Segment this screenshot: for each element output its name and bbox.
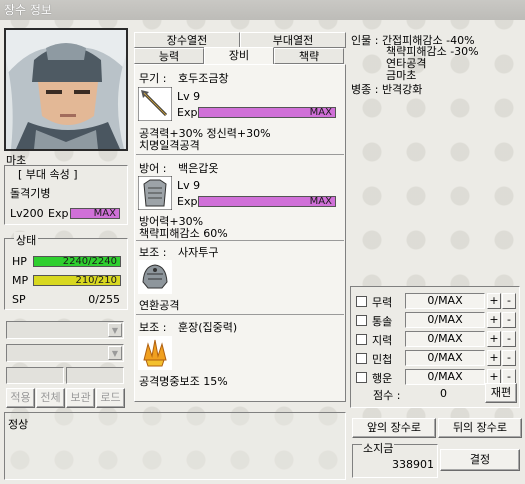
confirm-button[interactable]: 결정: [440, 449, 520, 471]
stat-value: 0/MAX: [405, 312, 485, 328]
special-line-5: 병종 : 반격강화: [351, 83, 423, 96]
tab-equipment[interactable]: 장비: [204, 47, 274, 65]
weapon-level: Lv 9: [177, 90, 201, 103]
divider: [136, 314, 344, 315]
window-title: 장수 정보: [4, 3, 52, 17]
hp-bar: 2240/2240: [33, 256, 121, 267]
aux2-slot-label: 보조 :: [139, 321, 167, 334]
mp-bar: 210/210: [33, 275, 121, 286]
general-exp-label: Exp: [48, 207, 69, 220]
armor-effect-2: 책략피해감소 60%: [139, 227, 228, 240]
mp-value: 210/210: [75, 275, 117, 286]
stat-value: 0/MAX: [405, 331, 485, 347]
spear-icon: [138, 87, 172, 121]
helmet-icon: [138, 260, 172, 294]
armor-icon: [138, 176, 172, 210]
points-label: 점수 :: [373, 389, 401, 402]
stat-name: 통솔: [372, 315, 393, 328]
tab-ability[interactable]: 능력: [134, 48, 204, 64]
plus-icon[interactable]: +: [487, 293, 501, 309]
aux2-effect-1: 공격명중보조 15%: [139, 375, 228, 388]
armor-slot-label: 방어 :: [139, 162, 167, 175]
stat-name: 민첩: [372, 353, 393, 366]
tab-strategy[interactable]: 책략: [274, 48, 344, 64]
sp-label: SP: [12, 293, 26, 306]
aux1-effect-1: 연환공격: [139, 299, 180, 312]
stat-checkbox[interactable]: [356, 315, 367, 326]
general-level: Lv200: [10, 207, 44, 220]
reroll-button[interactable]: 재편: [485, 383, 517, 403]
input-field-1[interactable]: [6, 367, 64, 384]
general-info-window: 장수 정보 마초 [ 부대 속성 ] 돌격기병 Lv200 Exp MAX 상태…: [0, 0, 525, 484]
armor-exp-label: Exp: [177, 195, 198, 208]
armor-exp-value: MAX: [309, 196, 332, 207]
portrait-image: [6, 30, 126, 149]
title-bar: 장수 정보: [0, 0, 525, 20]
points-value: 0: [440, 387, 447, 400]
general-exp-bar: MAX: [70, 208, 120, 219]
hp-label: HP: [12, 255, 27, 268]
minus-icon[interactable]: -: [502, 331, 516, 347]
load-button[interactable]: 로드: [96, 388, 125, 408]
hp-value: 2240/2240: [62, 256, 117, 267]
tab-general-biography[interactable]: 장수열전: [134, 32, 240, 48]
weapon-effect-2: 치명일격공격: [139, 139, 200, 152]
stat-value: 0/MAX: [405, 369, 485, 385]
general-portrait: [4, 28, 128, 151]
money-value: 338901: [392, 458, 434, 471]
aux1-name: 사자투구: [178, 246, 219, 259]
condition-text: 정상: [8, 418, 29, 431]
next-general-button[interactable]: 뒤의 장수로: [438, 418, 522, 438]
plus-icon[interactable]: +: [487, 312, 501, 328]
minus-icon[interactable]: -: [502, 350, 516, 366]
armor-exp-bar: MAX: [198, 196, 336, 207]
aux2-name: 훈장(집중력): [178, 321, 238, 334]
stat-checkbox[interactable]: [356, 372, 367, 383]
stat-value: 0/MAX: [405, 293, 485, 309]
unit-attribute-label: [ 부대 속성 ]: [18, 168, 78, 181]
divider: [136, 154, 344, 155]
plus-icon[interactable]: +: [487, 331, 501, 347]
armor-level: Lv 9: [177, 179, 201, 192]
mp-label: MP: [12, 274, 29, 287]
general-exp-value: MAX: [93, 208, 116, 219]
store-button[interactable]: 보관: [66, 388, 95, 408]
minus-icon[interactable]: -: [502, 312, 516, 328]
stat-name: 행운: [372, 372, 393, 385]
prev-general-button[interactable]: 앞의 장수로: [352, 418, 436, 438]
weapon-exp-value: MAX: [309, 107, 332, 118]
weapon-exp-bar: MAX: [198, 107, 336, 118]
tab-unit-biography[interactable]: 부대열전: [240, 32, 346, 48]
stat-name: 지력: [372, 334, 393, 347]
all-button[interactable]: 전체: [36, 388, 65, 408]
description-panel: [4, 412, 346, 480]
minus-icon[interactable]: -: [502, 293, 516, 309]
select-combo-1[interactable]: ▼: [6, 321, 124, 339]
money-label: 소지금: [362, 440, 395, 456]
dropdown-arrow-icon: ▼: [108, 323, 122, 337]
plus-icon[interactable]: +: [487, 350, 501, 366]
apply-button[interactable]: 적용: [6, 388, 35, 408]
aux1-slot-label: 보조 :: [139, 246, 167, 259]
dropdown-arrow-icon: ▼: [108, 346, 122, 360]
input-field-2[interactable]: [66, 367, 124, 384]
weapon-exp-label: Exp: [177, 106, 198, 119]
weapon-slot-label: 무기 :: [139, 72, 167, 85]
medal-icon: [138, 336, 172, 370]
status-title: 상태: [14, 232, 39, 248]
armor-name: 백은갑옷: [178, 162, 219, 175]
stat-value: 0/MAX: [405, 350, 485, 366]
stat-checkbox[interactable]: [356, 296, 367, 307]
unit-type: 돌격기병: [10, 187, 51, 200]
select-combo-2[interactable]: ▼: [6, 344, 124, 362]
stat-checkbox[interactable]: [356, 353, 367, 364]
sp-value: 0/255: [88, 293, 120, 306]
stat-name: 무력: [372, 296, 393, 309]
stat-checkbox[interactable]: [356, 334, 367, 345]
weapon-name: 호두조금창: [178, 72, 229, 85]
divider: [136, 240, 344, 241]
